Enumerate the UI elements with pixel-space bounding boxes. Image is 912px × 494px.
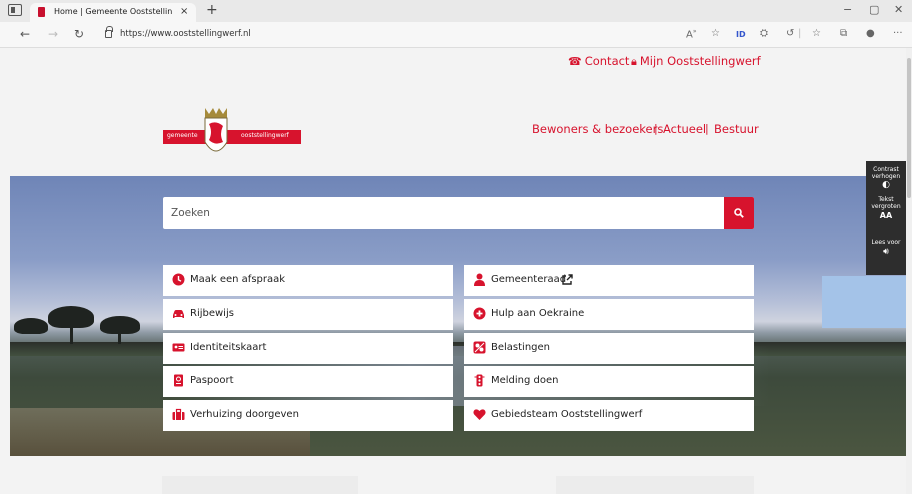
tile-belastingen[interactable]: Belastingen: [464, 333, 754, 364]
contrast-label-2[interactable]: verhogen: [866, 173, 906, 180]
maximize-icon[interactable]: ▢: [869, 3, 879, 16]
utility-bar: ☎ Contact 🔒︎ Mijn Ooststellingwerf: [0, 48, 906, 72]
speaker-icon[interactable]: 🔊︎: [866, 247, 906, 257]
extension-2-icon[interactable]: ⛭: [760, 28, 768, 39]
favorites-icon[interactable]: ☆: [812, 28, 821, 39]
overlay-box: [822, 276, 906, 328]
tile-label: Identiteitskaart: [190, 342, 267, 353]
tile-label: Melding doen: [491, 375, 559, 386]
refresh-ext-icon[interactable]: ↺: [786, 28, 794, 39]
address-bar: ← → ↻ https://www.ooststellingwerf.nl A»…: [0, 22, 912, 48]
content-card: [162, 476, 358, 494]
suitcase-icon: [172, 408, 185, 420]
lock-icon[interactable]: [105, 26, 113, 38]
tile-label: Hulp aan Oekraine: [491, 308, 585, 319]
passport-icon: [174, 374, 183, 387]
logo-text-right: ooststellingwerf: [241, 132, 289, 139]
tile-hulp-oekraine[interactable]: Hulp aan Oekraine: [464, 299, 754, 330]
collections-icon[interactable]: ⧉: [840, 28, 847, 39]
tab-close-icon[interactable]: ×: [180, 6, 188, 17]
forward-icon[interactable]: →: [48, 27, 58, 41]
nav-actueel[interactable]: Actueel: [663, 122, 706, 136]
nav-separator: |: [705, 122, 709, 135]
mijn-link[interactable]: 🔒︎ Mijn Ooststellingwerf: [631, 54, 761, 69]
contrast-label-1[interactable]: Contrast: [866, 166, 906, 173]
tile-maak-afspraak[interactable]: Maak een afspraak: [163, 265, 453, 296]
lock-icon: 🔒︎: [631, 55, 637, 68]
toolbar-divider: |: [798, 28, 802, 39]
browser-tabbar: Home | Gemeente Ooststellingwerf × + − ▢…: [0, 0, 912, 22]
search-button[interactable]: [724, 197, 754, 229]
tile-melding-doen[interactable]: Melding doen: [464, 366, 754, 397]
heart-icon: [473, 409, 486, 420]
tile-paspoort[interactable]: Paspoort: [163, 366, 453, 397]
reload-icon[interactable]: ↻: [74, 27, 84, 41]
content-card: [556, 476, 754, 494]
logo-text-left: gemeente: [167, 132, 198, 139]
minimize-icon[interactable]: −: [843, 3, 852, 16]
nav-bestuur[interactable]: Bestuur: [714, 122, 759, 136]
tile-label: Verhuizing doorgeven: [190, 409, 299, 420]
url-field[interactable]: https://www.ooststellingwerf.nl: [120, 29, 251, 39]
search-input[interactable]: [163, 197, 723, 229]
read-aloud-label[interactable]: Lees voor: [866, 239, 906, 246]
back-icon[interactable]: ←: [20, 27, 30, 41]
text-size-label-1[interactable]: Tekst: [866, 196, 906, 203]
tile-label: Maak een afspraak: [190, 274, 286, 285]
contrast-icon[interactable]: ◐: [866, 180, 906, 190]
traffic-light-icon: [474, 374, 485, 387]
tree-shape: [14, 318, 48, 334]
external-link-icon: [562, 274, 573, 285]
tile-label: Belastingen: [491, 342, 551, 353]
nav-bewoners[interactable]: Bewoners & bezoekers: [532, 122, 663, 136]
logo-bar: gemeente ooststellingwerf: [163, 130, 301, 144]
tree-trunk: [118, 332, 121, 344]
tile-label: Gebiedsteam Ooststellingwerf: [491, 409, 643, 420]
search-icon: [734, 208, 744, 218]
favicon-icon: [38, 7, 45, 17]
profile-avatar[interactable]: ●: [866, 28, 875, 39]
tree-trunk: [70, 326, 73, 344]
coins-icon: [473, 341, 486, 354]
close-window-icon[interactable]: ✕: [894, 3, 903, 16]
tile-gebiedsteam[interactable]: Gebiedsteam Ooststellingwerf: [464, 400, 754, 431]
phone-icon: ☎: [568, 55, 582, 68]
scrollbar-thumb[interactable]: [907, 58, 911, 198]
read-aloud-icon[interactable]: A»: [686, 28, 697, 40]
tile-verhuizing[interactable]: Verhuizing doorgeven: [163, 400, 453, 431]
extension-icon[interactable]: ID: [736, 30, 746, 39]
text-size-icon[interactable]: AA: [866, 211, 906, 220]
tree-shape: [48, 306, 94, 328]
favorite-add-icon[interactable]: ☆: [711, 28, 720, 39]
search-bar: [163, 197, 754, 229]
contact-link[interactable]: ☎ Contact: [568, 54, 629, 68]
web-page: ☎ Contact 🔒︎ Mijn Ooststellingwerf gemeent…: [0, 48, 906, 494]
tile-rijbewijs[interactable]: Rijbewijs: [163, 299, 453, 330]
browser-tab[interactable]: Home | Gemeente Ooststellingwerf ×: [30, 3, 196, 22]
text-size-label-2[interactable]: vergroten: [866, 203, 906, 210]
tile-label: Rijbewijs: [190, 308, 234, 319]
plus-circle-icon: [473, 307, 486, 320]
new-tab-button[interactable]: +: [206, 2, 218, 18]
nav-separator: |: [654, 122, 658, 135]
tab-actions-icon[interactable]: [8, 4, 22, 16]
tab-title: Home | Gemeente Ooststellingwerf: [54, 7, 172, 16]
tile-gemeenteraad[interactable]: Gemeenteraad: [464, 265, 754, 296]
tile-label: Paspoort: [190, 375, 234, 386]
accessibility-panel: Contrast verhogen ◐ Tekst vergroten AA L…: [866, 161, 906, 275]
person-icon: [474, 273, 485, 286]
car-icon: [173, 310, 184, 318]
site-header: gemeente ooststellingwerf Bewoners & bez…: [0, 72, 906, 176]
site-logo[interactable]: gemeente ooststellingwerf: [163, 106, 301, 160]
id-card-icon: [172, 343, 185, 352]
clock-icon: [172, 273, 185, 286]
tile-identiteitskaart[interactable]: Identiteitskaart: [163, 333, 453, 364]
crest-icon: [204, 108, 228, 152]
tile-label: Gemeenteraad: [491, 274, 567, 285]
more-menu-icon[interactable]: ···: [893, 28, 903, 39]
